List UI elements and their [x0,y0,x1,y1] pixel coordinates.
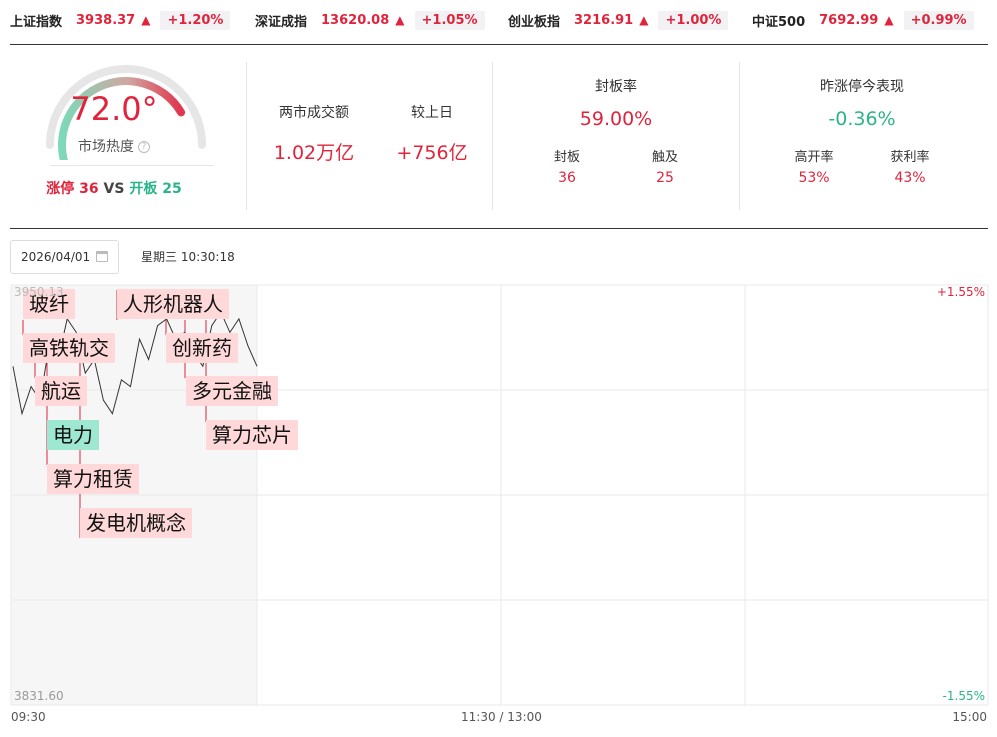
x-start-label: 09:30 [11,710,46,724]
sector-tag-generator[interactable]: 发电机概念 [80,508,192,538]
seal-rate-label: 封板率 [595,79,637,95]
sector-tag-electric-power[interactable]: 电力 [47,420,99,450]
turnover-label: 两市成交额 [279,105,349,121]
sector-tag-compute-leasing[interactable]: 算力租赁 [47,464,139,494]
ticker-name: 深证成指 [255,14,308,30]
ticker-value: 7692.99 [819,12,879,28]
ticker-csi500[interactable]: 中证500 7692.99 ▲ +0.99% [752,9,974,31]
ticker-name: 中证500 [752,14,806,30]
sector-tag-diversified-finance[interactable]: 多元金融 [186,376,278,406]
yesterday-value: -0.36% [828,108,896,130]
ticker-change: +1.20% [160,10,231,30]
price-top-label: 3950.13 [14,285,64,299]
heat-label: 市场热度? [10,136,218,156]
limit-vs-open: 涨停 36 VS 开板 25 [10,178,218,198]
ticker-value: 13620.08 [321,12,390,28]
profit-label: 获利率 [890,150,930,165]
ticker-name: 创业板指 [508,14,561,30]
index-ticker-bar: 上证指数 3938.37 ▲ +1.20% 深证成指 13620.08 ▲ +1… [0,0,997,38]
touched-label: 触及 [651,150,678,165]
up-arrow-icon: ▲ [639,13,649,27]
sector-tag-innovative-drugs[interactable]: 创新药 [166,333,238,363]
divider [10,44,988,45]
ticker-change: +1.05% [414,10,485,30]
seal-rate-value: 59.00% [579,108,653,130]
turnover-value: 1.02万亿 [273,142,355,164]
divider [50,165,214,166]
limit-up-count: 36 [79,181,99,197]
sector-timeline-chart: 玻纤 高铁轨交 航运 电力 算力租赁 发电机概念 人形机器人 创新药 多元金融 … [0,280,997,737]
profit-value: 43% [894,170,926,186]
ticker-sz-component[interactable]: 深证成指 13620.08 ▲ +1.05% [255,9,485,31]
heat-label-text: 市场热度 [78,139,134,155]
divider [739,62,740,210]
sector-tag-humanoid-robot[interactable]: 人形机器人 [117,289,229,319]
y-bottom-label: -1.55% [942,689,985,703]
up-arrow-icon: ▲ [395,13,405,27]
compare-label: 较上日 [411,105,453,121]
price-bottom-label: 3831.60 [14,689,64,703]
ticker-chinext[interactable]: 创业板指 3216.91 ▲ +1.00% [508,9,729,31]
open-board-label: 开板 [129,181,158,197]
heat-value: 72.0° [70,90,158,128]
date-value: 2026/04/01 [21,250,91,264]
yesterday-label: 昨涨停今表现 [820,79,904,95]
sector-tag-compute-chips[interactable]: 算力芯片 [206,420,298,450]
x-end-label: 15:00 [952,710,987,724]
touched-value: 25 [656,170,674,186]
open-board-count: 25 [162,181,182,197]
sector-tag-high-speed-rail[interactable]: 高铁轨交 [23,333,115,363]
y-top-label: +1.55% [936,285,985,299]
date-picker[interactable]: 2026/04/01 [10,240,119,274]
high-open-value: 53% [798,170,830,186]
x-mid-label: 11:30 / 13:00 [461,710,542,724]
up-arrow-icon: ▲ [141,13,151,27]
compare-value: +756亿 [396,142,468,164]
divider [10,228,988,229]
market-heat-panel: 72.0° 市场热度? 涨停 36 VS 开板 25 [10,50,238,210]
vs-text: VS [103,181,125,197]
time-label: 星期三 10:30:18 [141,250,235,264]
calendar-icon[interactable] [96,251,108,262]
sector-tag-shipping[interactable]: 航运 [35,376,87,406]
divider [492,62,493,210]
ticker-value: 3216.91 [574,12,634,28]
ticker-change: +0.99% [903,10,974,30]
info-icon[interactable]: ? [138,141,150,153]
sealed-label: 封板 [553,150,580,165]
ticker-change: +1.00% [658,10,729,30]
ticker-name: 上证指数 [10,14,63,30]
ticker-value: 3938.37 [76,12,136,28]
sealed-value: 36 [558,170,576,186]
limit-up-label: 涨停 [46,181,75,197]
high-open-label: 高开率 [794,150,834,165]
ticker-sh-composite[interactable]: 上证指数 3938.37 ▲ +1.20% [10,9,231,31]
divider [246,62,247,210]
up-arrow-icon: ▲ [884,13,894,27]
